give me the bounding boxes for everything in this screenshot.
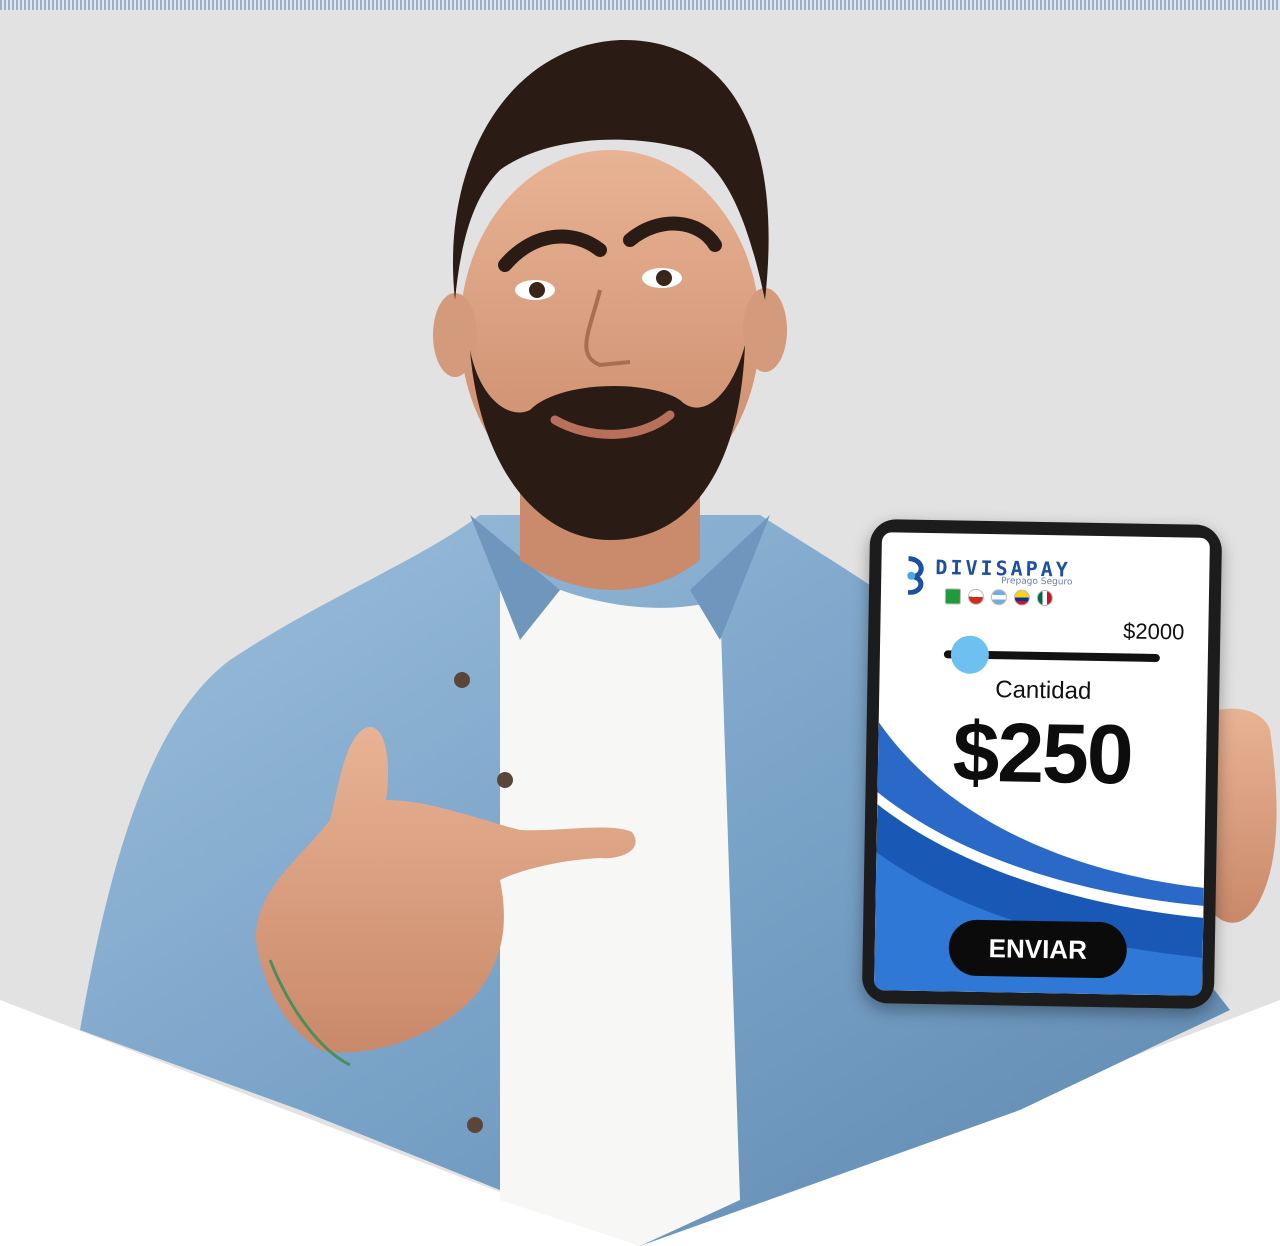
mexico-flag-icon bbox=[1036, 589, 1054, 607]
country-flags bbox=[944, 588, 1054, 607]
slider-max-label: $2000 bbox=[1122, 618, 1185, 645]
tablet-device: DIVISAPAY Prepago Seguro $2000 Cantidad … bbox=[861, 518, 1223, 1010]
chile-flag-icon bbox=[967, 588, 985, 605]
hero-banner: DIVISAPAY Prepago Seguro $2000 Cantidad … bbox=[0, 0, 1280, 1246]
amount-value: $250 bbox=[951, 704, 1133, 802]
brazil-flag-icon bbox=[944, 588, 962, 605]
tablet-screen: DIVISAPAY Prepago Seguro $2000 Cantidad … bbox=[874, 532, 1210, 996]
tshirt bbox=[500, 560, 740, 1246]
colombia-flag-icon bbox=[1013, 589, 1031, 606]
brand-tagline: Prepago Seguro bbox=[1001, 576, 1073, 588]
divisapay-logo-icon bbox=[907, 556, 924, 595]
argentina-flag-icon bbox=[990, 589, 1008, 606]
send-button[interactable]: ENVIAR bbox=[948, 919, 1128, 979]
